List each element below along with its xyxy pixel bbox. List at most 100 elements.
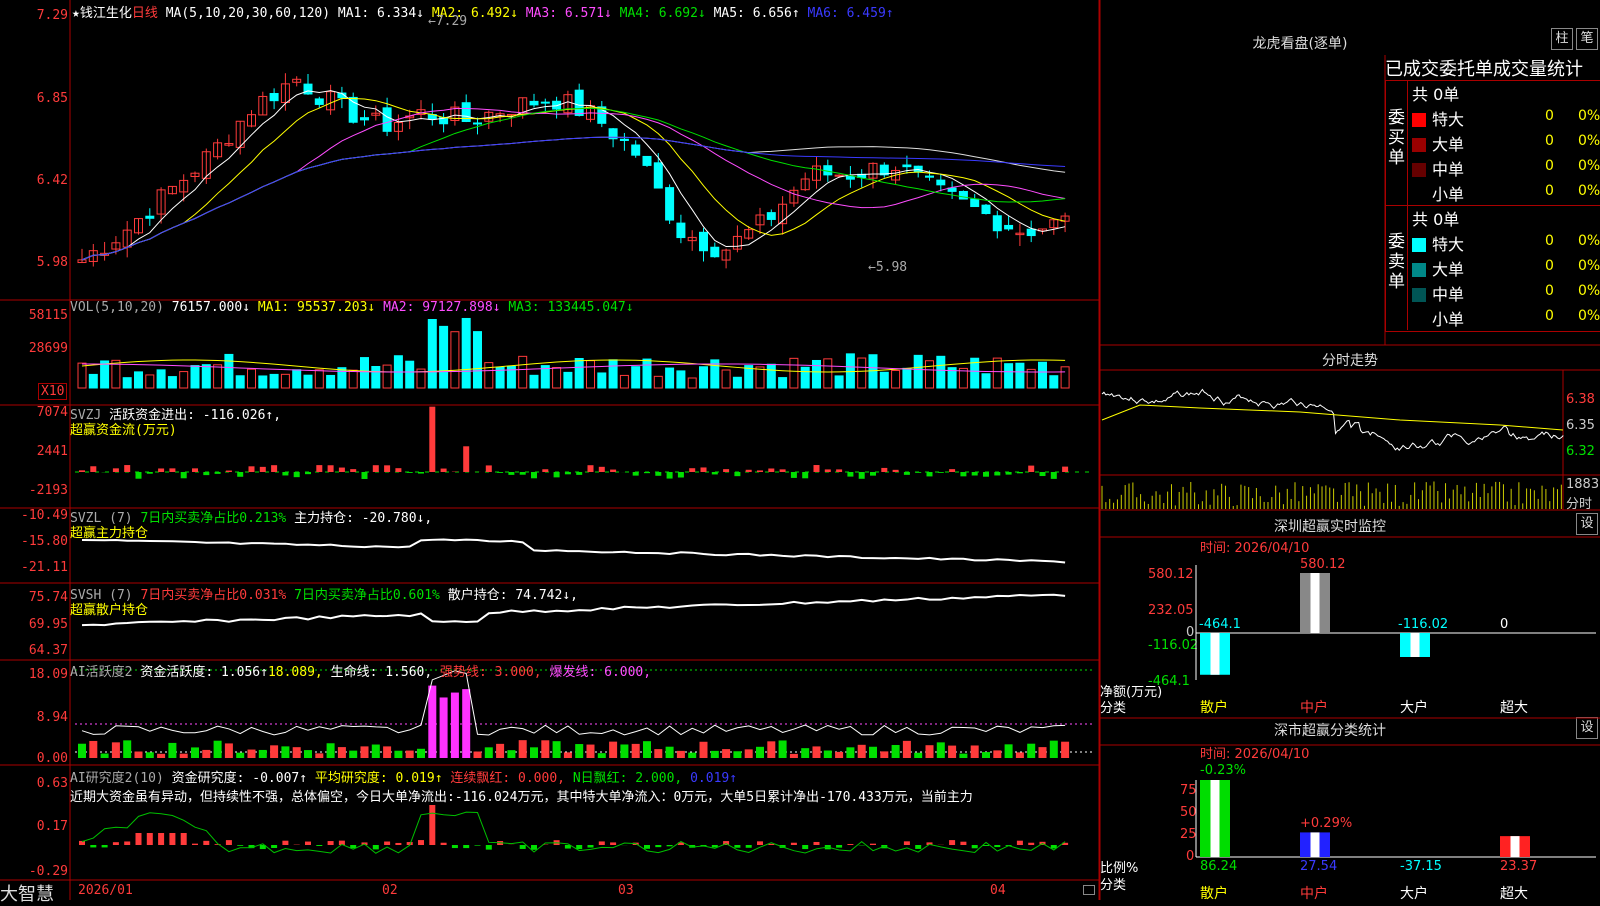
szcy-settings-button[interactable]: 设 — [1576, 513, 1598, 535]
volume-bar — [903, 368, 911, 388]
candle — [993, 216, 1001, 231]
sscy-time: 时间: 2026/04/10 — [1200, 743, 1309, 762]
activity-bar — [259, 750, 267, 758]
chart-canvas[interactable] — [0, 0, 1100, 900]
flow-bar — [859, 472, 865, 479]
flow-bar — [802, 472, 808, 478]
activity-bar — [654, 749, 662, 758]
research-bar — [124, 841, 130, 845]
research-bar — [994, 845, 1000, 847]
color-swatch — [1412, 138, 1426, 152]
flow-bar — [949, 469, 955, 472]
activity-bar — [926, 745, 934, 758]
sell-row-0: 特大 — [1412, 231, 1464, 255]
ai2-tick: 0.17 — [0, 819, 68, 834]
flow-bar — [870, 472, 876, 476]
flow-bar — [237, 472, 243, 477]
flow-bar — [418, 472, 424, 474]
favorite-star-icon[interactable]: ★ — [72, 6, 80, 21]
brand-label[interactable]: 大智慧 — [0, 880, 54, 906]
volume-bar — [733, 377, 741, 388]
volume-bar — [632, 367, 640, 388]
flow-bar — [554, 472, 560, 477]
lhkp-title: 龙虎看盘(逐单) — [1100, 33, 1500, 53]
volume-bar — [620, 375, 628, 388]
flow-bar — [328, 465, 334, 472]
main-holding-line — [82, 539, 1065, 562]
price-header: ★钱江生化日线 MA(5,10,20,30,60,120) MA1: 6.334… — [72, 2, 894, 21]
svzj-tick: -2193 — [0, 483, 68, 498]
volume-bar — [1016, 363, 1024, 388]
price-tick: 7.29 — [0, 8, 68, 23]
activity-bar — [315, 753, 323, 758]
activity-bar — [496, 744, 504, 758]
vol-label: VOL(5,10,20) — [70, 300, 164, 315]
intraday-price-line — [1102, 390, 1563, 451]
svsh-tick: 64.37 — [0, 643, 68, 658]
candle — [620, 139, 628, 140]
activity-bar — [733, 751, 741, 758]
candle — [982, 205, 990, 213]
volume-bar — [1061, 367, 1069, 388]
flow-bar — [599, 467, 605, 472]
sscy-value: 23.37 — [1500, 859, 1537, 874]
volume-bar — [1050, 376, 1058, 388]
volume-bar — [801, 367, 809, 388]
color-swatch — [1412, 238, 1426, 252]
ai1-tick: 0.00 — [0, 751, 68, 766]
activity-bar — [937, 742, 945, 758]
volume-bar — [101, 361, 109, 388]
order-size-label: 特大 — [1432, 235, 1464, 254]
activity-bar — [394, 751, 402, 758]
volume-bar — [666, 368, 674, 388]
flow-bar — [192, 468, 198, 472]
vol-unit-badge[interactable]: X10 — [38, 383, 67, 400]
candle — [474, 123, 482, 124]
research-bar — [972, 845, 978, 848]
activity-bar — [767, 741, 775, 758]
volume-bar — [78, 363, 86, 388]
price-tick: 6.85 — [0, 91, 68, 106]
research-bar — [429, 805, 435, 845]
research-bar — [520, 845, 526, 849]
activity-bar — [632, 744, 640, 758]
activity-bar — [948, 746, 956, 758]
activity-bar — [474, 752, 482, 758]
candle — [146, 216, 154, 218]
vol-ma3: MA3: 133445.047↓ — [508, 300, 633, 315]
activity-bar — [293, 747, 301, 758]
sscy-bar — [1300, 832, 1330, 857]
period-label[interactable]: 日线 — [132, 6, 158, 21]
order-size-label: 小单 — [1432, 185, 1464, 204]
tick-mode-button[interactable]: 笔 — [1576, 28, 1598, 50]
sscy-settings-button[interactable]: 设 — [1576, 717, 1598, 739]
szcy-tick: -116.02 — [1148, 638, 1198, 653]
flow-bar — [339, 468, 345, 472]
bar-mode-button[interactable]: 柱 — [1551, 28, 1573, 50]
sscy-tick: 0 — [1186, 849, 1194, 864]
research-bar — [102, 845, 108, 847]
activity-bar — [507, 750, 515, 758]
flow-bar — [463, 446, 469, 472]
activity-bar — [202, 750, 210, 758]
ma-label: MA(5,10,20,30,60,120) — [166, 6, 330, 21]
activity-bar — [361, 746, 369, 758]
candle — [937, 180, 945, 185]
szcy-title: 深圳超赢实时监控 — [1100, 516, 1560, 536]
lock-icon[interactable] — [1083, 885, 1095, 895]
volume-bar — [892, 370, 900, 388]
ai1-tick: 8.94 — [0, 710, 68, 725]
research-bar — [158, 833, 164, 845]
activity-bar — [304, 750, 312, 758]
activity-bar — [236, 753, 244, 758]
research-bar — [1017, 841, 1023, 845]
volume-bar — [383, 365, 391, 388]
volume-bar — [315, 370, 323, 388]
research-bar — [316, 845, 322, 846]
order-pct: 0% — [1578, 108, 1600, 124]
research-bar — [463, 845, 469, 848]
activity-bar — [756, 747, 764, 758]
flow-bar — [305, 472, 311, 474]
sell-side-label: 委卖单 — [1388, 232, 1406, 292]
order-size-label: 特大 — [1432, 110, 1464, 129]
